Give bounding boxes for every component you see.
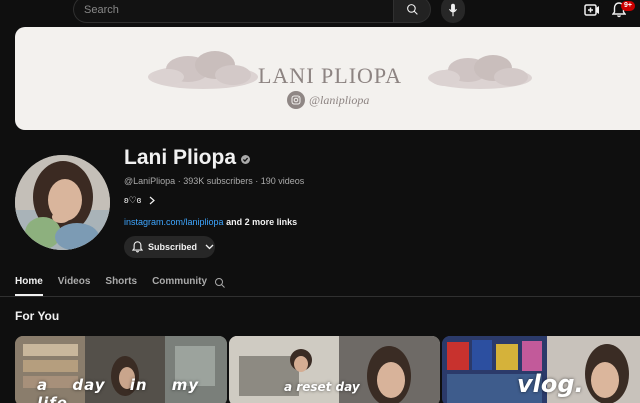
channel-links: instagram.com/lanipliopa and 2 more link… xyxy=(124,217,297,227)
top-bar: 9+ xyxy=(0,0,640,24)
channel-search-button[interactable] xyxy=(214,276,226,294)
more-links-button[interactable]: and 2 more links xyxy=(226,217,297,227)
create-button[interactable] xyxy=(584,3,600,17)
subscribed-label: Subscribed xyxy=(148,242,198,252)
search-button[interactable] xyxy=(393,0,431,23)
tabs-divider xyxy=(0,296,640,297)
thumbnail-overlay-text: a day in my life xyxy=(37,376,200,403)
channel-name-row: Lani Pliopa xyxy=(124,146,251,170)
banner-title: LANI PLIOPA xyxy=(257,63,403,88)
channel-name: Lani Pliopa xyxy=(124,146,237,169)
video-thumbnail[interactable]: a reset day xyxy=(229,336,440,403)
video-thumbnail[interactable]: vlog. xyxy=(442,336,640,403)
tab-home[interactable]: Home xyxy=(15,270,43,296)
channel-handle: @LaniPliopa xyxy=(124,176,176,186)
avatar-image xyxy=(15,155,110,250)
video-count: 190 videos xyxy=(260,176,305,186)
notification-badge: 9+ xyxy=(621,1,635,11)
thumbnail-overlay-text: vlog. xyxy=(517,370,584,398)
search-box[interactable] xyxy=(73,0,393,23)
banner-instagram-row: @lanipliopa xyxy=(287,91,369,109)
subscribed-button[interactable]: Subscribed xyxy=(124,236,215,258)
channel-avatar[interactable] xyxy=(15,155,110,250)
verified-check-icon xyxy=(241,155,251,164)
video-thumbnail[interactable]: a day in my life xyxy=(15,336,227,403)
section-title: For You xyxy=(15,309,60,323)
search-icon xyxy=(406,4,418,15)
subscriber-count: 393K subscribers xyxy=(183,176,253,186)
instagram-icon xyxy=(287,91,305,109)
description-text: ʚ♡ɞ xyxy=(124,195,142,205)
tab-videos[interactable]: Videos xyxy=(58,270,91,296)
bell-icon xyxy=(132,241,143,253)
thumbnail-overlay-text: a reset day xyxy=(284,380,360,394)
instagram-link[interactable]: instagram.com/lanipliopa xyxy=(124,217,224,227)
chevron-down-icon xyxy=(205,244,214,250)
channel-tabs: Home Videos Shorts Community xyxy=(15,270,222,296)
create-video-icon xyxy=(584,4,599,16)
voice-search-button[interactable] xyxy=(441,0,465,23)
banner-handle: @lanipliopa xyxy=(309,92,370,107)
channel-description[interactable]: ʚ♡ɞ xyxy=(124,195,156,206)
tab-shorts[interactable]: Shorts xyxy=(105,270,137,296)
chevron-right-icon xyxy=(149,196,156,205)
tab-community[interactable]: Community xyxy=(152,270,207,296)
channel-meta: @LaniPliopa · 393K subscribers · 190 vid… xyxy=(124,176,304,186)
search-icon xyxy=(215,278,225,288)
mic-icon xyxy=(449,3,457,16)
search-input[interactable] xyxy=(74,0,393,22)
channel-banner: LANI PLIOPA @lanipliopa xyxy=(15,27,640,130)
